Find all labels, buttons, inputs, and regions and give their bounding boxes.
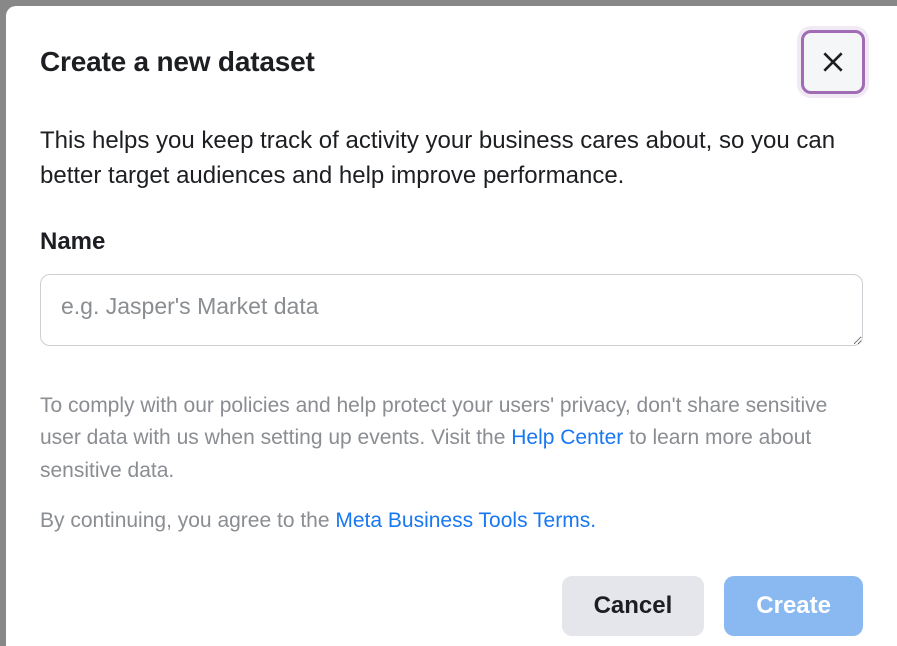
close-button[interactable] — [801, 30, 865, 94]
terms-link[interactable]: Meta Business Tools Terms. — [335, 509, 596, 532]
terms-text: By continuing, you agree to the Meta Bus… — [40, 505, 863, 538]
modal-header: Create a new dataset — [40, 36, 863, 94]
modal-description: This helps you keep track of activity yo… — [40, 124, 863, 194]
help-center-link[interactable]: Help Center — [511, 426, 623, 449]
cancel-button[interactable]: Cancel — [562, 576, 705, 636]
button-row: Cancel Create — [40, 576, 863, 636]
terms-pre: By continuing, you agree to the — [40, 509, 335, 532]
create-dataset-modal: Create a new dataset This helps you keep… — [6, 6, 897, 646]
name-input[interactable] — [40, 274, 863, 346]
create-button[interactable]: Create — [724, 576, 863, 636]
name-label: Name — [40, 228, 863, 256]
modal-title: Create a new dataset — [40, 46, 315, 78]
policy-text: To comply with our policies and help pro… — [40, 390, 863, 488]
close-icon — [820, 49, 846, 75]
